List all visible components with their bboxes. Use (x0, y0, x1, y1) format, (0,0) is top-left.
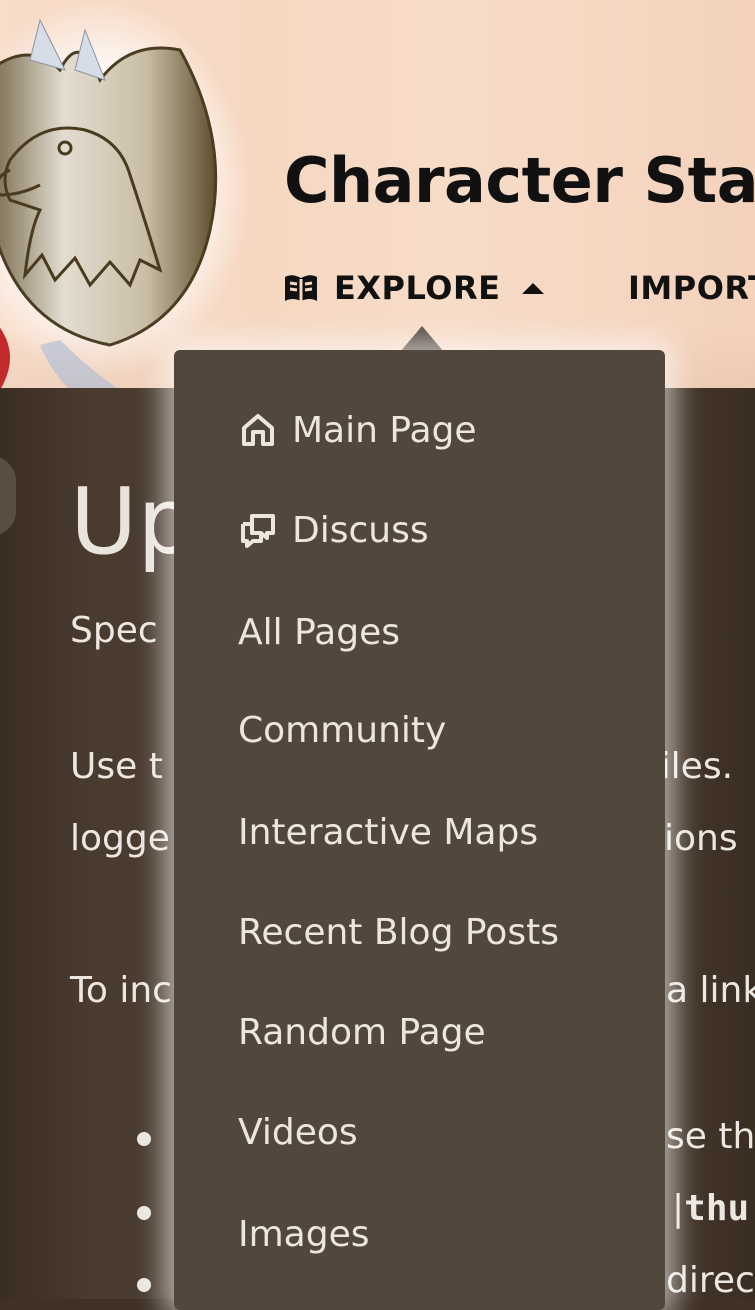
dropdown-item-label: Images (238, 1213, 370, 1255)
dropdown-item-label: Interactive Maps (238, 811, 539, 853)
dropdown-caret (400, 326, 444, 352)
dropdown-item-discuss[interactable]: Discuss (238, 500, 429, 560)
nav-explore-label: EXPLORE (334, 269, 501, 307)
nav-important-tab[interactable]: IMPORT (628, 268, 755, 308)
list-bullet (137, 1206, 151, 1220)
nav-explore-tab[interactable]: EXPLORE (282, 268, 546, 308)
page-subtitle: Spec (70, 610, 158, 651)
list-item-2-right: |thu (672, 1188, 749, 1229)
dropdown-item-main-page[interactable]: Main Page (238, 400, 477, 460)
book-open-icon (282, 271, 320, 305)
list-bullet (137, 1278, 151, 1292)
code-snippet: thu (684, 1188, 750, 1229)
list-item-1-right: se th (666, 1116, 755, 1157)
dropdown-item-label: Community (238, 709, 447, 751)
home-icon (238, 410, 278, 450)
pipe-char: | (672, 1188, 685, 1229)
eagle-shield-logo-icon (0, 0, 250, 388)
dropdown-item-label: Videos (238, 1111, 358, 1153)
wiki-logo[interactable] (0, 0, 250, 388)
paragraph-1-line-2-right: ions (664, 818, 738, 859)
paragraph-1-line-1-left: Use t (70, 746, 163, 787)
dropdown-item-interactive-maps[interactable]: Interactive Maps (238, 802, 538, 862)
caret-up-icon (520, 280, 546, 296)
dropdown-item-label: All Pages (238, 611, 400, 653)
paragraph-1-line-2-left: logge (70, 818, 170, 859)
site-header: Character Sta EXPLORE IMPORT (0, 0, 755, 388)
dropdown-item-label: Discuss (292, 509, 429, 551)
discuss-icon (238, 510, 278, 550)
wiki-title[interactable]: Character Sta (284, 144, 755, 217)
dropdown-item-label: Recent Blog Posts (238, 911, 559, 953)
dropdown-item-random-page[interactable]: Random Page (238, 1002, 486, 1062)
list-item-3-right: direc (666, 1260, 755, 1301)
explore-dropdown-menu: Main Page Discuss All Pages Community In… (174, 350, 665, 1310)
paragraph-2-left: To inc (70, 970, 172, 1011)
dropdown-item-recent-blog-posts[interactable]: Recent Blog Posts (238, 902, 559, 962)
list-bullet (137, 1132, 151, 1146)
paragraph-2-right: a link (666, 970, 755, 1011)
dropdown-item-all-pages[interactable]: All Pages (238, 602, 400, 662)
dropdown-item-label: Random Page (238, 1011, 486, 1053)
dropdown-item-label: Main Page (292, 409, 477, 451)
dropdown-item-community[interactable]: Community (238, 700, 446, 760)
dropdown-item-images[interactable]: Images (238, 1204, 370, 1264)
dropdown-item-videos[interactable]: Videos (238, 1102, 358, 1162)
